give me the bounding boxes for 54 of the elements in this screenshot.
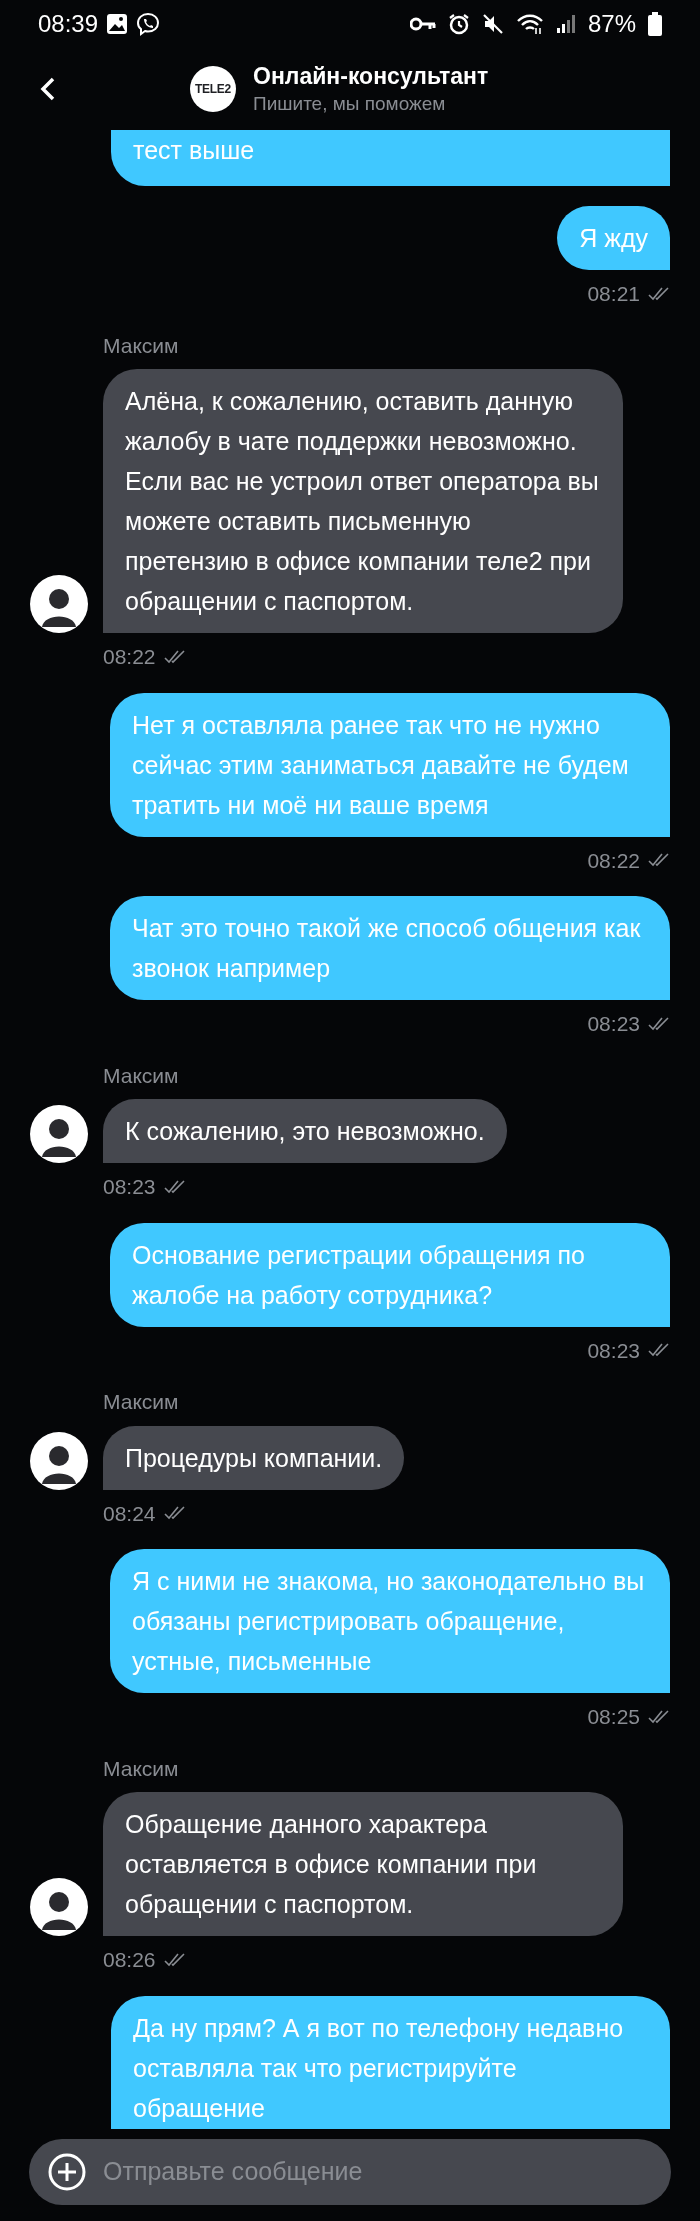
double-check-icon <box>648 1708 670 1725</box>
logo: TELE2 <box>190 66 236 112</box>
image-icon <box>106 13 129 35</box>
outgoing-message: Чат это точно такой же способ общения как звонок например <box>110 896 670 1000</box>
message-time: 08:25 <box>587 1704 640 1730</box>
chat-subtitle: Пишите, мы поможем <box>253 92 447 116</box>
battery-icon <box>648 12 662 36</box>
chat-title: Онлайн-консультант <box>253 62 489 91</box>
sender-name: Максим <box>103 1063 179 1087</box>
outgoing-message: Я с ними не знакома, но законодательно вы обязаны регистрировать обращение, устные, письменные <box>110 1549 670 1693</box>
avatar-icon <box>30 1105 88 1163</box>
double-check-icon <box>648 285 670 302</box>
message-time: 08:23 <box>103 1174 156 1200</box>
double-check-icon <box>163 1505 186 1522</box>
double-check-icon <box>648 1015 670 1032</box>
double-check-icon <box>648 1342 670 1359</box>
outgoing-message: тест выше <box>111 130 670 186</box>
message-time: 08:22 <box>587 847 640 874</box>
avatar-icon <box>30 1878 88 1936</box>
signal-icon <box>555 14 576 34</box>
double-check-icon <box>163 1951 186 1968</box>
back-icon <box>40 76 56 102</box>
phone-bubble-icon <box>136 12 161 36</box>
outgoing-message: Основание регистрации обращения по жалобе на работу сотрудника? <box>110 1222 670 1327</box>
double-check-icon <box>163 648 186 665</box>
message-time: 08:23 <box>587 1337 640 1364</box>
message-time: 08:21 <box>587 281 640 307</box>
avatar-icon <box>30 575 88 633</box>
mute-icon <box>481 13 504 35</box>
outgoing-message: Нет я оставляла ранее так что не нужно сейчас этим заниматься давайте не будем тратить ни моё ни ваше время <box>110 692 670 837</box>
battery-percent: 87% <box>587 9 636 39</box>
message-time: 08:22 <box>103 644 156 670</box>
wifi-icon <box>515 13 544 35</box>
message-time: 08:23 <box>587 1011 640 1037</box>
outgoing-message: Я жду <box>557 206 670 270</box>
add-icon[interactable] <box>47 2152 87 2192</box>
double-check-icon <box>648 852 670 869</box>
message-input[interactable]: Отправьте сообщение <box>103 2153 671 2191</box>
alarm-icon <box>447 13 470 35</box>
sender-name: Максим <box>103 333 179 357</box>
message-field[interactable]: Отправьте сообщение <box>29 2139 671 2205</box>
status-time: 08:39 <box>38 9 99 39</box>
outgoing-message: Да ну прям? А я вот по телефону недавно оставляла так что регистрируйте обращение <box>111 1995 670 2129</box>
key-icon <box>409 16 436 32</box>
message-time: 08:26 <box>103 1947 156 1973</box>
message-time: 08:24 <box>103 1500 156 1527</box>
avatar-icon <box>30 1431 88 1490</box>
incoming-message: К сожалению, это невозможно. <box>103 1099 507 1163</box>
sender-name: Максим <box>103 1390 179 1413</box>
incoming-message: Обращение данного характера оставляется в офисе компании при обращении с паспортом. <box>103 1792 623 1936</box>
double-check-icon <box>163 1178 186 1195</box>
sender-name: Максим <box>103 1756 179 1780</box>
incoming-message: Алёна, к сожалению, оставить данную жалобу в чате поддержки невозможно. Если вас не устроил ответ оператора вы можете оставить письменную претензию в офисе компании теле2 при обращении с паспортом. <box>103 369 623 633</box>
incoming-message: Процедуры компании. <box>103 1425 405 1490</box>
